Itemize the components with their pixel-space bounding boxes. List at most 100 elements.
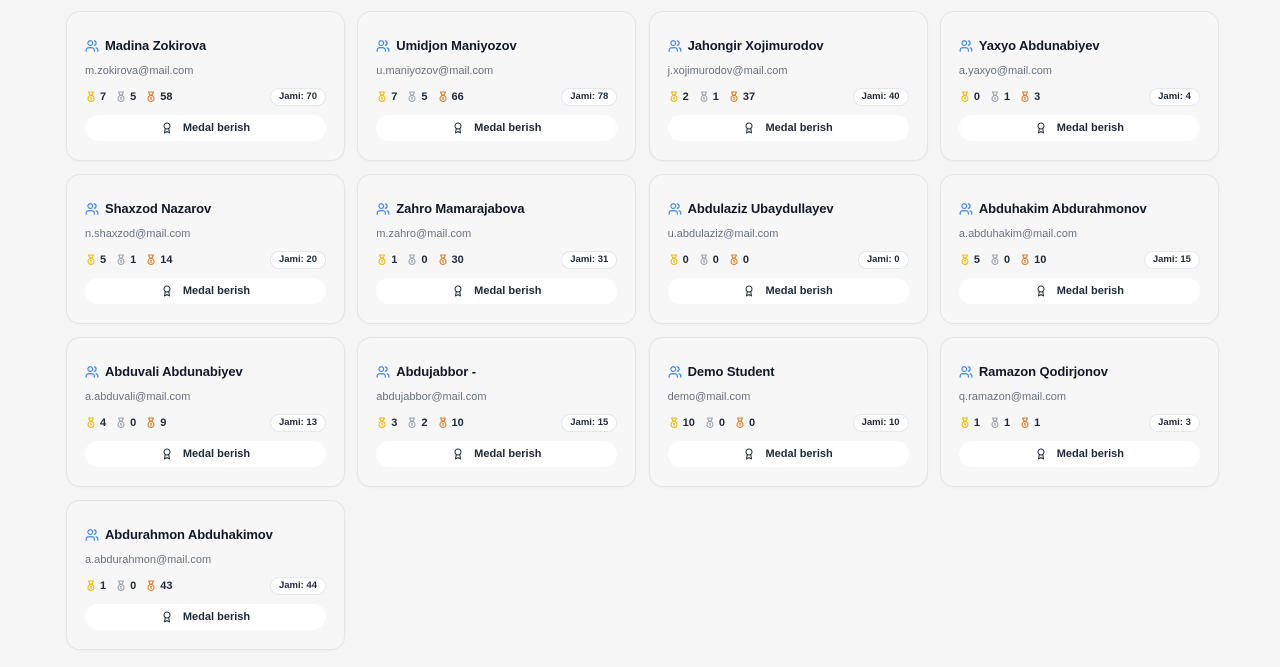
gold-medal-count: 0	[959, 91, 980, 103]
gold-medal-count: 2	[668, 91, 689, 103]
bronze-medal-icon	[147, 580, 155, 592]
give-medal-button[interactable]: Medal berish	[667, 278, 909, 304]
gold-medal-icon	[670, 417, 678, 429]
bronze-medal-count: 43	[145, 580, 173, 592]
give-medal-button[interactable]: Medal berish	[376, 278, 618, 304]
student-name: Abdurahmon Abduhakimov	[105, 527, 273, 542]
bronze-medal-count: 1	[1019, 417, 1040, 429]
give-medal-button[interactable]: Medal berish	[376, 441, 618, 467]
silver-medal-icon	[991, 254, 999, 266]
users-icon	[668, 365, 682, 378]
gold-medal-icon	[378, 91, 386, 103]
student-name: Zahro Mamarajabova	[396, 201, 525, 216]
bronze-medal-count: 14	[145, 254, 173, 266]
award-icon	[1037, 122, 1045, 134]
give-medal-button[interactable]: Medal berish	[958, 115, 1200, 141]
gold-medal-count: 7	[85, 91, 106, 103]
total-badge: Jami: 10	[852, 414, 909, 432]
give-medal-button[interactable]: Medal berish	[85, 115, 326, 141]
silver-medal-icon	[117, 580, 125, 592]
medal-counts: 2 1 37 Jami: 40	[668, 88, 909, 106]
gold-medal-icon	[961, 254, 969, 266]
bronze-medal-count: 37	[728, 91, 755, 103]
bronze-medal-count: 30	[437, 254, 464, 266]
student-name-row: Madina Zokirova	[85, 38, 206, 53]
gold-medal-count: 1	[376, 254, 397, 266]
give-medal-button[interactable]: Medal berish	[958, 278, 1200, 304]
users-icon	[85, 528, 99, 541]
silver-medal-icon	[700, 254, 708, 266]
silver-medal-count: 0	[698, 254, 719, 266]
silver-medal-icon	[117, 254, 125, 266]
gold-medal-icon	[961, 417, 969, 429]
student-name: Demo Student	[687, 364, 775, 379]
student-name-row: Shaxzod Nazarov	[85, 201, 211, 216]
award-icon	[1037, 285, 1045, 297]
silver-medal-icon	[117, 91, 125, 103]
student-card: Zahro Mamarajabova m.zahro@mail.com 1 0 …	[357, 174, 637, 324]
bronze-medal-icon	[147, 417, 155, 429]
medal-counts: 0 0 0 Jami: 0	[668, 251, 909, 269]
medal-counts: 10 0 0 Jami: 10	[668, 414, 909, 432]
give-medal-button[interactable]: Medal berish	[85, 604, 326, 630]
student-name-row: Yaxyo Abdunabiyev	[959, 38, 1100, 53]
bronze-medal-icon	[438, 91, 447, 103]
users-icon	[376, 365, 390, 378]
student-name-row: Demo Student	[668, 364, 775, 379]
student-name-row: Abdujabbor -	[376, 364, 476, 379]
give-medal-button[interactable]: Medal berish	[85, 278, 326, 304]
medal-counts: 5 1 14 Jami: 20	[85, 251, 326, 269]
bronze-medal-icon	[730, 91, 738, 103]
student-card: Abduvali Abdunabiyev a.abduvali@mail.com…	[66, 337, 345, 487]
student-card: Abdulaziz Ubaydullayev u.abdulaziz@mail.…	[648, 174, 928, 324]
student-name-row: Abduvali Abdunabiyev	[85, 364, 243, 379]
users-icon	[376, 39, 390, 52]
student-card: Madina Zokirova m.zokirova@mail.com 7 5 …	[66, 11, 345, 161]
student-name: Umidjon Maniyozov	[396, 38, 517, 53]
users-icon	[85, 202, 99, 215]
total-badge: Jami: 15	[1143, 251, 1200, 269]
gold-medal-count: 10	[668, 417, 695, 429]
student-card: Ramazon Qodirjonov q.ramazon@mail.com 1 …	[939, 337, 1219, 487]
silver-medal-count: 1	[115, 254, 136, 266]
student-email: abdujabbor@mail.com	[376, 391, 487, 403]
award-icon	[745, 448, 753, 460]
student-name-row: Umidjon Maniyozov	[376, 38, 517, 53]
student-name: Abdulaziz Ubaydullayev	[687, 201, 834, 216]
give-medal-button[interactable]: Medal berish	[667, 441, 909, 467]
student-email: u.maniyozov@mail.com	[376, 65, 494, 77]
award-icon	[454, 448, 462, 460]
give-medal-button[interactable]: Medal berish	[85, 441, 326, 467]
silver-medal-count: 0	[406, 254, 428, 266]
silver-medal-icon	[706, 417, 714, 429]
student-name: Ramazon Qodirjonov	[978, 364, 1108, 379]
gold-medal-icon	[87, 91, 95, 103]
medal-counts: 0 1 3 Jami: 4	[959, 88, 1200, 106]
gold-medal-count: 0	[668, 254, 689, 266]
student-name: Shaxzod Nazarov	[105, 201, 212, 216]
bronze-medal-count: 0	[728, 254, 749, 266]
bronze-medal-icon	[730, 254, 738, 266]
give-medal-button[interactable]: Medal berish	[376, 115, 618, 141]
student-email: q.ramazon@mail.com	[958, 391, 1067, 403]
silver-medal-count: 2	[406, 417, 428, 429]
bronze-medal-icon	[1021, 91, 1029, 103]
student-card: Abdurahmon Abduhakimov a.abdurahmon@mail…	[66, 500, 345, 650]
award-icon	[745, 285, 753, 297]
student-email: a.abdurahmon@mail.com	[85, 554, 212, 566]
medal-counts: 3 2 10 Jami: 15	[376, 414, 618, 432]
gold-medal-count: 1	[959, 417, 980, 429]
give-medal-button[interactable]: Medal berish	[667, 115, 909, 141]
total-badge: Jami: 70	[269, 88, 326, 106]
student-name-row: Abdulaziz Ubaydullayev	[668, 201, 834, 216]
gold-medal-count: 3	[376, 417, 397, 429]
student-name-row: Ramazon Qodirjonov	[959, 364, 1108, 379]
bronze-medal-icon	[147, 91, 155, 103]
total-badge: Jami: 78	[561, 88, 618, 106]
silver-medal-icon	[408, 254, 416, 266]
gold-medal-icon	[378, 254, 386, 266]
student-email: n.shaxzod@mail.com	[85, 228, 191, 240]
bronze-medal-icon	[147, 254, 155, 266]
student-name: Jahongir Xojimurodov	[687, 38, 824, 53]
give-medal-button[interactable]: Medal berish	[958, 441, 1200, 467]
